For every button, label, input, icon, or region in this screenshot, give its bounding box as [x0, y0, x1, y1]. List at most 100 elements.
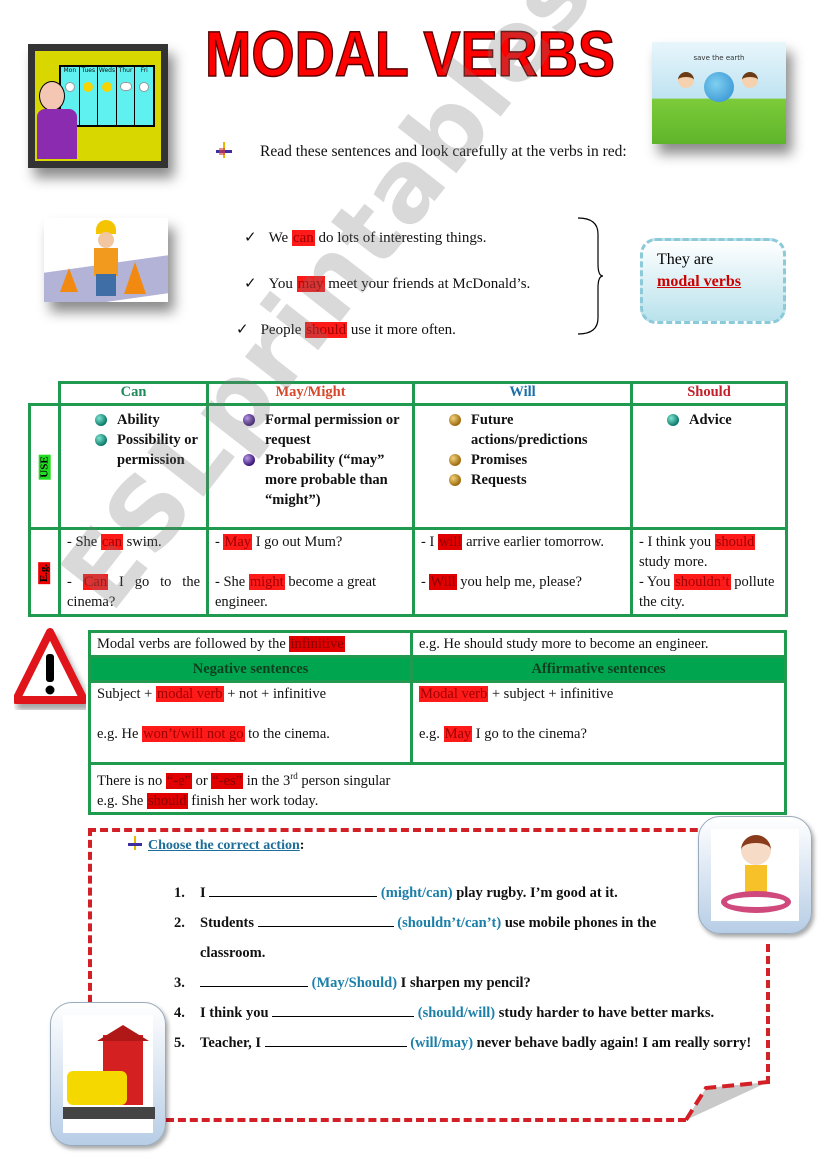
third-person-row: There is no “-e” or “-es” in the 3rd per…: [88, 762, 787, 815]
modal-highlight: Modal verb: [419, 686, 489, 702]
modal-verbs-callout: They are modal verbs: [640, 238, 786, 324]
examples-cell-can: - She can swim. - Can I go to the cinema…: [58, 527, 209, 617]
earth-caption: save the earth: [693, 54, 745, 62]
section-header-row: Negative sentences Affirmative sentences: [88, 655, 787, 683]
rule-row: Modal verbs are followed by the infiniti…: [88, 630, 787, 658]
svg-text:MODAL VERBS: MODAL VERBS: [205, 18, 615, 84]
modal-highlight: “-es”: [211, 772, 244, 789]
uses-cell-may-might: Formal permission or request Probability…: [206, 403, 415, 530]
exercise-item: 4. I think you (should/will) study harde…: [174, 1003, 715, 1021]
modal-highlight: should: [146, 792, 188, 809]
save-the-earth-image: save the earth: [652, 42, 786, 144]
answer-blank[interactable]: [272, 1003, 415, 1017]
list-item: Future actions/predictions: [415, 410, 626, 450]
grammar-rules-table: Modal verbs are followed by the infiniti…: [88, 630, 787, 815]
row-label-eg: E.g.: [28, 527, 61, 617]
forecast-day: Tues: [80, 67, 99, 125]
exercise-item: 5. Teacher, I (will/may) never behave ba…: [174, 1033, 752, 1051]
list-item: Ability: [61, 410, 202, 430]
table-row-use: USE Ability Possibility or permission Fo…: [28, 403, 788, 530]
checkmark-icon: ✓: [244, 276, 257, 292]
exercise-item: 1. I (might/can) play rugby. I’m good at…: [174, 883, 618, 901]
corner-cell: [29, 382, 61, 406]
modal-uses-table: Can May/Might Will Should USE Ability Po…: [28, 381, 788, 617]
row-label-use: USE: [28, 403, 61, 530]
uses-cell-will: Future actions/predictions Promises Requ…: [412, 403, 633, 530]
checkmark-icon: ✓: [236, 322, 249, 338]
list-item: Possibility or permission: [61, 430, 202, 470]
rule-cell: Modal verbs are followed by the infiniti…: [88, 630, 413, 658]
answer-blank[interactable]: [200, 973, 308, 987]
girl-swim-ring-image: [698, 816, 812, 934]
modal-highlight: Can: [82, 574, 109, 590]
weatherman-image: Mon Tues Weds Thur Fri: [28, 44, 168, 168]
checkmark-icon: ✓: [244, 230, 257, 246]
column-header-will: Will: [412, 381, 633, 406]
exercise-heading: Choose the correct action:: [128, 836, 304, 854]
title-graphic: MODAL VERBS: [204, 17, 616, 91]
exercise-frame-bottom: [166, 1118, 686, 1122]
negative-header: Negative sentences: [88, 655, 413, 683]
answer-blank[interactable]: [264, 1033, 407, 1047]
table-header-row: Can May/Might Will Should: [29, 381, 788, 406]
negative-cell: Subject + modal verb + not + infinitive …: [88, 680, 413, 765]
exercise-item: 2. Students (shouldn’t/can’t) use mobile…: [174, 913, 657, 961]
gold-bullet-icon: [449, 474, 461, 486]
third-person-cell: There is no “-e” or “-es” in the 3rd per…: [88, 762, 787, 815]
modal-highlight: might: [248, 574, 285, 590]
list-item: Promises: [415, 450, 626, 470]
example-sentence: ✓ You may meet your friends at McDonald’s…: [244, 276, 531, 292]
modal-highlight: May: [223, 534, 253, 550]
list-item: Formal permission or request: [209, 410, 408, 450]
teal-bullet-icon: [95, 434, 107, 446]
answer-blank[interactable]: [257, 913, 394, 927]
modal-highlight: “-e”: [165, 772, 192, 789]
page-curl-corner: [684, 1080, 770, 1124]
examples-cell-will: - I will arrive earlier tomorrow. - Will…: [412, 527, 633, 617]
pin-bullet-icon: [216, 142, 232, 158]
example-sentence: ✓ We can do lots of interesting things.: [244, 230, 487, 246]
list-item: Advice: [633, 410, 781, 430]
uses-cell-can: Ability Possibility or permission: [58, 403, 209, 530]
warning-icon: [12, 628, 88, 710]
examples-cell-should: - I think you should study more. - You s…: [630, 527, 788, 617]
purple-bullet-icon: [243, 454, 255, 466]
exercise-list: 1. I (might/can) play rugby. I’m good at…: [174, 878, 764, 1058]
table-row-examples: E.g. - She can swim. - Can I go to the c…: [28, 527, 788, 617]
modal-highlight: can: [100, 534, 123, 550]
modal-highlight: can: [291, 230, 315, 246]
column-header-should: Should: [630, 381, 788, 406]
gold-bullet-icon: [449, 454, 461, 466]
forecast-day: Thur: [117, 67, 136, 125]
intro-instruction: Read these sentences and look carefully …: [216, 138, 628, 166]
column-header-may-might: May/Might: [206, 381, 415, 406]
modal-highlight: may: [296, 276, 325, 292]
rule-example-cell: e.g. He should study more to become an e…: [410, 630, 787, 658]
modal-highlight: won’t/will not go: [142, 726, 245, 742]
modal-highlight: Will: [429, 574, 457, 590]
formula-row: Subject + modal verb + not + infinitive …: [88, 680, 787, 765]
affirmative-cell: Modal verb + subject + infinitive e.g. M…: [410, 680, 787, 765]
school-bus-image: [50, 1002, 166, 1146]
road-worker-image: [44, 218, 168, 302]
teal-bullet-icon: [95, 414, 107, 426]
answer-blank[interactable]: [209, 883, 378, 897]
modal-highlight: should: [714, 534, 756, 550]
example-sentence: ✓ People should use it more often.: [236, 322, 456, 338]
teal-bullet-icon: [667, 414, 679, 426]
pin-bullet-icon: [128, 836, 142, 850]
curly-brace: [576, 216, 604, 336]
exercise-item: 3. (May/Should) I sharpen my pencil?: [174, 973, 531, 991]
exercise-frame-right: [766, 944, 770, 1084]
gold-bullet-icon: [449, 414, 461, 426]
callout-line1: They are: [657, 251, 714, 268]
purple-bullet-icon: [243, 414, 255, 426]
modal-highlight: should: [305, 322, 348, 338]
uses-cell-should: Advice: [630, 403, 788, 530]
modal-highlight: infinitive: [289, 636, 345, 652]
modal-highlight: modal verb: [155, 686, 224, 702]
modal-highlight: shouldn’t: [674, 574, 731, 590]
forecast-day: Fri: [135, 67, 153, 125]
affirmative-header: Affirmative sentences: [410, 655, 787, 683]
modal-highlight: will: [437, 534, 463, 550]
